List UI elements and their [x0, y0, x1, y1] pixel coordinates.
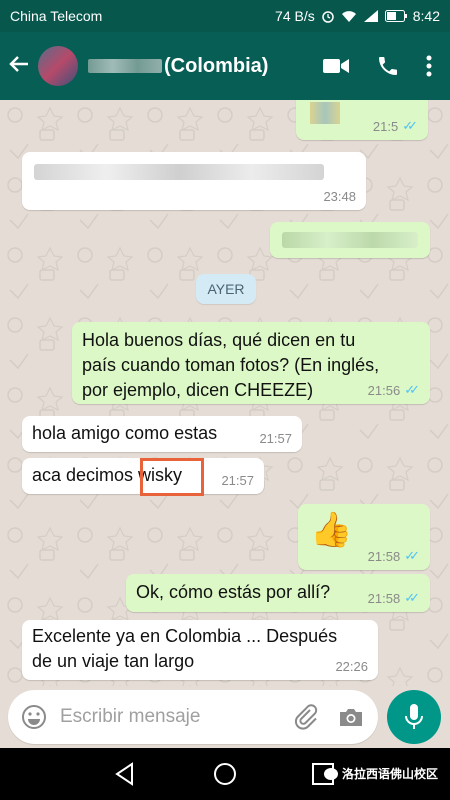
date-separator: AYER — [196, 274, 256, 304]
message-bubble-outgoing[interactable]: Ok, cómo estás por allí? 21:58 ✓✓ — [126, 574, 430, 612]
message-meta: 21:58 ✓✓ — [368, 590, 420, 606]
message-time: 22:26 — [335, 659, 368, 674]
camera-icon[interactable] — [338, 706, 364, 728]
read-receipt-icon: ✓✓ — [404, 382, 420, 397]
video-call-icon[interactable] — [322, 57, 350, 75]
emoji-icon[interactable] — [20, 703, 48, 731]
signal-icon — [363, 10, 378, 22]
back-button[interactable] — [0, 53, 36, 80]
watermark-text: 洛拉西语佛山校区 — [341, 767, 438, 781]
message-time: 23:48 — [323, 189, 356, 204]
read-receipt-icon: ✓✓ — [404, 590, 420, 605]
contact-title[interactable]: (Colombia) — [78, 55, 322, 78]
message-list[interactable]: 21:5 ✓✓ 23:48 AYER Hola buenos días, qué … — [0, 100, 450, 686]
message-time: 21:58 — [367, 548, 401, 564]
read-receipt-icon: ✓✓ — [402, 118, 418, 133]
nav-home-icon[interactable] — [213, 762, 237, 786]
message-meta: 21:58 ✓✓ — [368, 548, 420, 564]
contact-country: (Colombia) — [164, 54, 269, 77]
attachment-icon[interactable] — [294, 703, 318, 731]
message-meta: 21:56 ✓✓ — [368, 382, 420, 398]
message-bubble-incoming[interactable]: hola amigo como estas 21:57 — [22, 416, 302, 452]
chat-header: (Colombia) — [0, 32, 450, 100]
clock: 8:42 — [412, 8, 440, 24]
message-bubble-incoming[interactable]: 23:48 — [22, 152, 366, 210]
nav-back-icon[interactable] — [114, 762, 136, 786]
voice-message-button[interactable] — [387, 690, 441, 744]
message-time: 21:57 — [221, 473, 254, 488]
read-receipt-icon: ✓✓ — [404, 548, 420, 563]
message-time: 21:58 — [367, 590, 401, 606]
redacted-text — [34, 164, 324, 180]
back-arrow-icon — [9, 55, 28, 72]
message-bubble-outgoing[interactable]: 21:5 ✓✓ — [296, 100, 428, 140]
contact-avatar[interactable] — [38, 46, 78, 86]
message-time: 21:5 — [372, 118, 399, 134]
battery-icon — [384, 10, 407, 22]
carrier-name: China Telecom — [10, 8, 103, 24]
message-text: Ok, cómo estás por allí? — [136, 582, 331, 602]
watermark: 洛拉西语佛山校区 — [323, 765, 438, 782]
message-meta: 22:26 — [335, 659, 368, 674]
message-input-box[interactable]: Escribir mensaje — [8, 690, 378, 744]
message-meta: 21:57 — [221, 473, 254, 488]
alarm-icon — [322, 11, 334, 23]
message-meta: 21:5 ✓✓ — [373, 118, 418, 134]
more-options-icon[interactable] — [426, 55, 432, 77]
status-bar: China Telecom 74 B/s 8:42 — [0, 0, 450, 32]
message-time: 21:56 — [367, 382, 401, 398]
wechat-logo-icon — [323, 767, 338, 780]
message-bubble-outgoing[interactable]: Hola buenos días, qué dicen en tu país c… — [72, 322, 430, 404]
phone-call-icon[interactable] — [376, 54, 400, 78]
message-bubble-outgoing[interactable] — [270, 222, 430, 258]
message-text: hola amigo como estas — [32, 423, 218, 443]
message-time: 21:57 — [259, 431, 292, 446]
message-bubble-incoming[interactable]: Excelente ya en Colombia ... Después de … — [22, 620, 378, 680]
highlight-annotation-box — [140, 458, 204, 496]
message-input-placeholder[interactable]: Escribir mensaje — [48, 706, 294, 728]
microphone-icon — [405, 704, 423, 729]
message-text: Excelente ya en Colombia ... Después de … — [32, 626, 338, 671]
thumbs-up-emoji: 👍 — [310, 511, 353, 549]
message-meta: 21:57 — [259, 431, 292, 446]
redacted-image-thumbnail — [310, 102, 340, 124]
redacted-contact-name — [88, 59, 162, 73]
message-meta: 23:48 — [323, 189, 356, 204]
message-composer: Escribir mensaje — [0, 686, 450, 748]
system-navigation-bar: 洛拉西语佛山校区 — [0, 748, 450, 800]
redacted-text — [282, 232, 418, 248]
wifi-icon — [341, 11, 356, 22]
message-bubble-outgoing[interactable]: 👍 21:58 ✓✓ — [298, 504, 430, 570]
network-speed: 74 B/s — [275, 8, 315, 24]
